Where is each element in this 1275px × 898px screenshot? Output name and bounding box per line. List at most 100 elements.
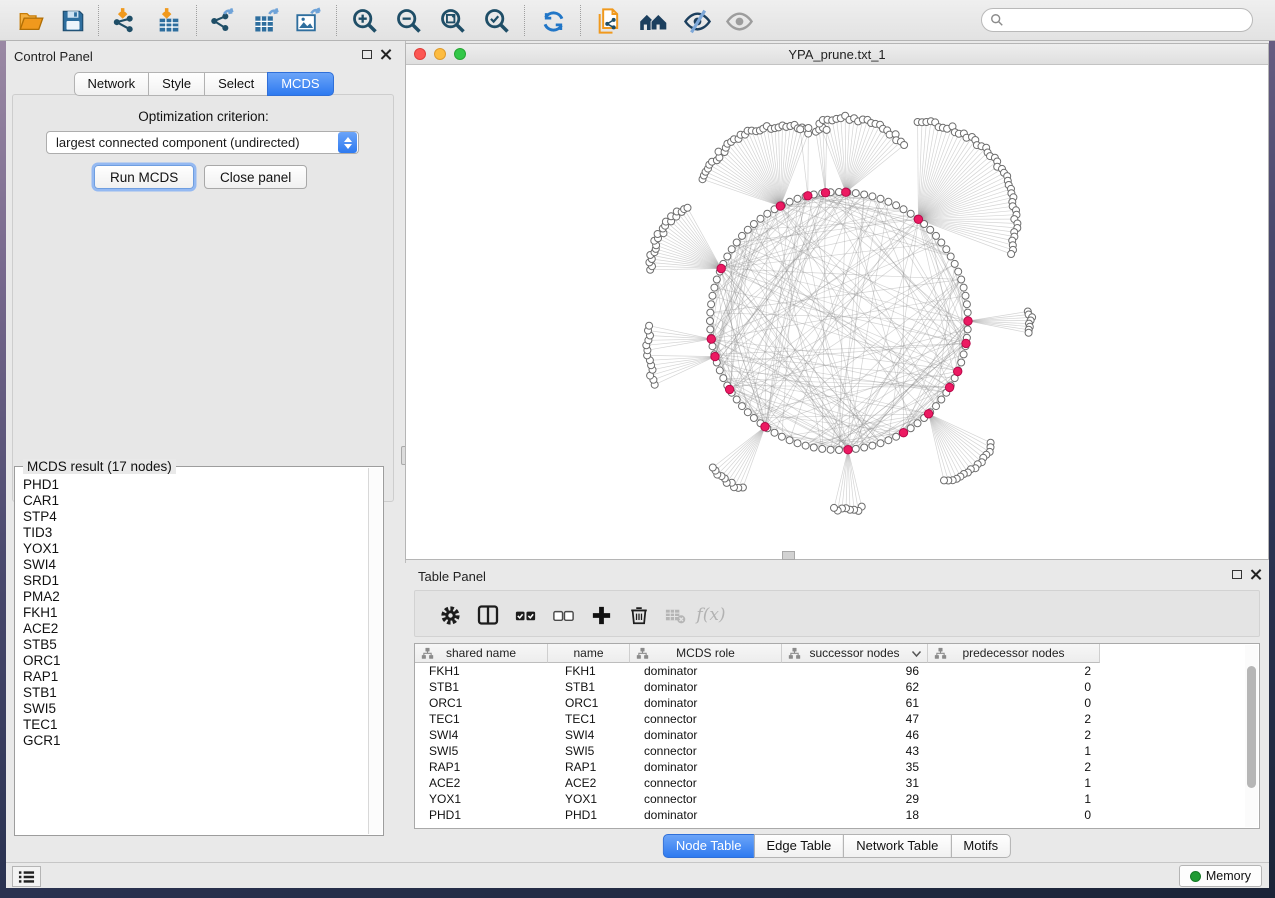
ring-node[interactable] [914,420,921,427]
ring-node[interactable] [933,232,940,239]
satellite-node[interactable] [823,126,830,133]
table-row[interactable]: SWI5SWI5connector431 [415,743,1245,759]
table-cell[interactable]: STB1 [548,679,630,695]
satellite-node[interactable] [1025,329,1032,336]
ring-node[interactable] [836,447,843,454]
import-table-icon[interactable] [154,6,184,36]
satellite-node[interactable] [805,125,812,132]
table-cell[interactable]: STB1 [415,679,548,695]
ring-node[interactable] [885,198,892,205]
mcds-result-item[interactable]: STP4 [23,509,368,525]
ring-node[interactable] [893,433,900,440]
table-cell[interactable]: 0 [928,695,1100,711]
table-cell[interactable]: 0 [928,679,1100,695]
ring-node[interactable] [739,403,746,410]
column-header-name[interactable]: name [548,644,630,663]
ring-node[interactable] [958,359,965,366]
table-cell[interactable]: SWI4 [548,727,630,743]
memory-button[interactable]: Memory [1179,865,1262,887]
mcds-hub-node[interactable] [821,189,829,197]
table-cell[interactable]: 0 [928,807,1100,823]
export-image-icon[interactable] [294,6,324,36]
mcds-hub-node[interactable] [924,410,932,418]
close-panel-icon[interactable] [381,49,391,59]
table-cell[interactable]: RAP1 [548,759,630,775]
table-cell[interactable]: 35 [782,759,928,775]
show-all-icon[interactable] [724,6,754,36]
table-row[interactable]: TEC1TEC1connector472 [415,711,1245,727]
mcds-result-item[interactable]: RAP1 [23,669,368,685]
mcds-hub-node[interactable] [842,188,850,196]
mcds-result-item[interactable]: SWI5 [23,701,368,717]
network-window-titlebar[interactable]: YPA_prune.txt_1 [406,44,1268,65]
table-cell[interactable]: 62 [782,679,928,695]
satellite-node[interactable] [709,464,716,471]
column-header-successor-nodes[interactable]: successor nodes [782,644,928,663]
table-tab-node-table[interactable]: Node Table [663,834,755,858]
ring-node[interactable] [943,246,950,253]
table-settings-gear-icon[interactable] [437,602,463,628]
export-table-icon[interactable] [252,6,282,36]
select-all-rows-icon[interactable] [512,602,538,628]
ring-node[interactable] [907,210,914,217]
ring-node[interactable] [744,226,751,233]
run-mcds-button[interactable]: Run MCDS [94,165,194,189]
table-tab-motifs[interactable]: Motifs [950,834,1011,858]
ring-node[interactable] [794,195,801,202]
table-cell[interactable]: PHD1 [548,807,630,823]
ring-node[interactable] [947,253,954,260]
mcds-result-item[interactable]: FKH1 [23,605,368,621]
table-cell[interactable]: 47 [782,711,928,727]
ring-node[interactable] [819,445,826,452]
table-cell[interactable]: 96 [782,663,928,679]
mcds-hub-node[interactable] [954,367,962,375]
mcds-result-item[interactable]: STB5 [23,637,368,653]
zoom-fit-icon[interactable] [438,6,468,36]
close-panel-button[interactable]: Close panel [204,165,307,189]
table-tab-network-table[interactable]: Network Table [843,834,951,858]
mcds-result-item[interactable]: ORC1 [23,653,368,669]
satellite-node[interactable] [1008,251,1015,258]
tab-network[interactable]: Network [73,72,149,96]
table-cell[interactable]: 43 [782,743,928,759]
table-cell[interactable]: 2 [928,663,1100,679]
table-cell[interactable]: 2 [928,727,1100,743]
tab-mcds[interactable]: MCDS [267,72,333,96]
ring-node[interactable] [733,396,740,403]
table-cell[interactable]: connector [630,775,782,791]
deselect-all-rows-icon[interactable] [550,602,576,628]
ring-node[interactable] [933,403,940,410]
satellite-node[interactable] [684,204,691,211]
ring-node[interactable] [771,429,778,436]
table-cell[interactable]: RAP1 [415,759,548,775]
table-cell[interactable]: ACE2 [415,775,548,791]
satellite-node[interactable] [797,126,804,133]
table-cell[interactable]: connector [630,791,782,807]
table-cell[interactable]: dominator [630,807,782,823]
table-cell[interactable]: 29 [782,791,928,807]
table-cell[interactable]: TEC1 [415,711,548,727]
ring-node[interactable] [907,425,914,432]
mcds-hub-node[interactable] [844,446,852,454]
zoom-in-icon[interactable] [350,6,380,36]
ring-node[interactable] [709,343,716,350]
mcds-result-item[interactable]: GCR1 [23,733,368,749]
tab-select[interactable]: Select [204,72,268,96]
table-cell[interactable]: ORC1 [548,695,630,711]
ring-node[interactable] [786,198,793,205]
tab-style[interactable]: Style [148,72,205,96]
ring-node[interactable] [716,367,723,374]
mcds-result-item[interactable]: YOX1 [23,541,368,557]
table-cell[interactable]: 31 [782,775,928,791]
ring-node[interactable] [869,193,876,200]
table-tab-edge-table[interactable]: Edge Table [753,834,844,858]
table-cell[interactable]: SWI5 [415,743,548,759]
mcds-list-scrollbar[interactable] [368,468,382,834]
ring-node[interactable] [960,351,967,358]
ring-node[interactable] [744,409,751,416]
mcds-result-item[interactable]: PHD1 [23,477,368,493]
ring-node[interactable] [955,268,962,275]
table-cell[interactable]: SWI4 [415,727,548,743]
table-cell[interactable]: dominator [630,663,782,679]
open-folder-icon[interactable] [16,6,46,36]
